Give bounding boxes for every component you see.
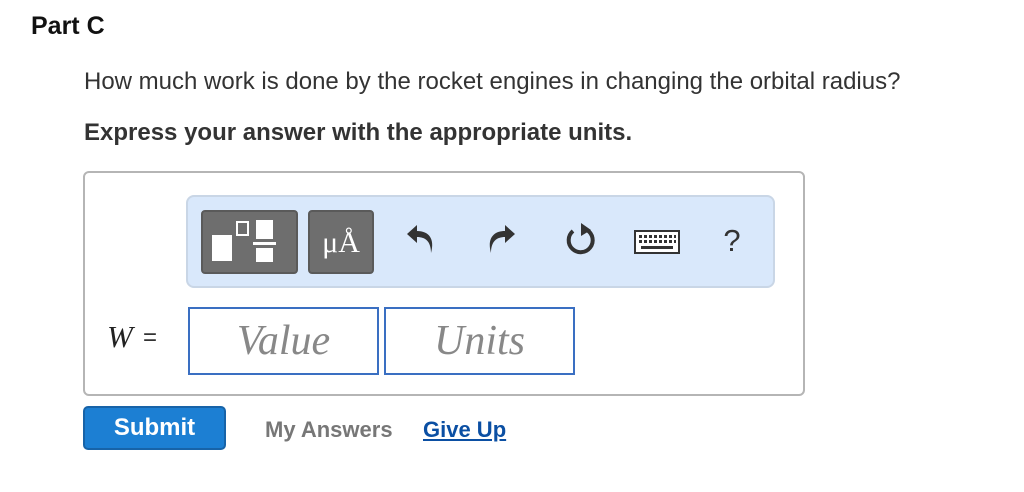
value-input[interactable]: Value (188, 307, 379, 375)
question-text: How much work is done by the rocket engi… (84, 68, 901, 95)
reset-icon[interactable] (561, 221, 601, 261)
answer-box: μÅ ? W = Value Units (83, 171, 805, 396)
math-toolbar: μÅ ? (186, 195, 775, 288)
undo-icon[interactable] (401, 221, 441, 261)
give-up-link[interactable]: Give Up (423, 417, 506, 443)
my-answers-link[interactable]: My Answers (265, 417, 393, 443)
units-button[interactable]: μÅ (308, 210, 374, 274)
units-input[interactable]: Units (384, 307, 575, 375)
answer-instruction: Express your answer with the appropriate… (84, 119, 633, 146)
templates-icon (212, 220, 276, 262)
variable-label: W (107, 319, 133, 354)
templates-button[interactable] (201, 210, 298, 274)
submit-button[interactable]: Submit (83, 406, 226, 450)
units-label: μÅ (322, 226, 360, 259)
equals-sign: = (143, 324, 158, 351)
redo-icon[interactable] (481, 221, 521, 261)
part-title: Part C (31, 12, 105, 40)
help-icon[interactable]: ? (712, 221, 752, 261)
keyboard-icon[interactable] (631, 221, 683, 261)
